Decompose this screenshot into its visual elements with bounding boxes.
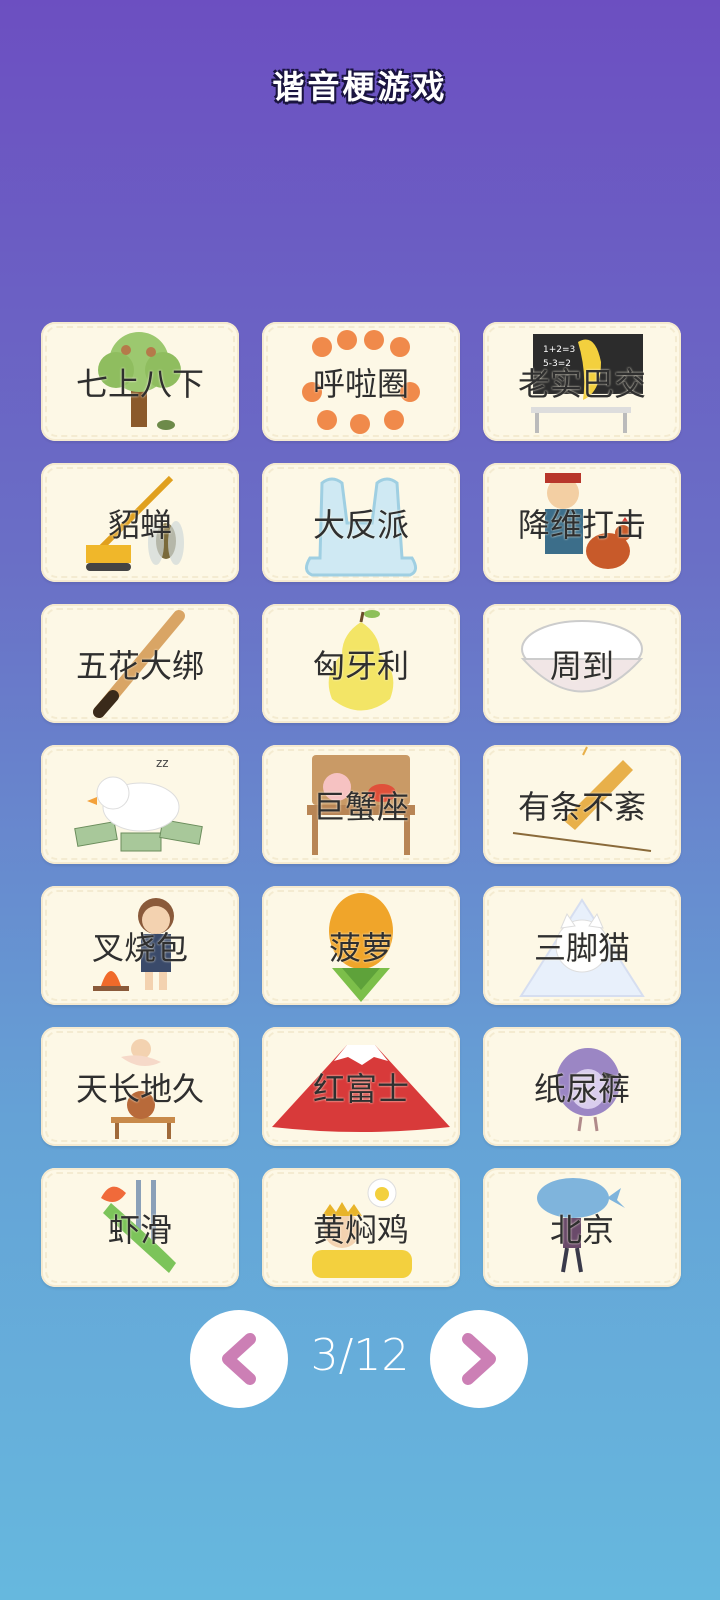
card-label: 叉烧包	[91, 929, 188, 966]
svg-text:zz: zz	[156, 756, 169, 770]
next-page-button[interactable]	[430, 1310, 528, 1408]
chevron-left-icon	[222, 1333, 256, 1385]
card-label: 黄焖鸡	[312, 1211, 409, 1248]
card-label: 纸尿裤	[533, 1070, 630, 1107]
card-xiongyali[interactable]: 匈牙利	[262, 604, 460, 723]
duck-on-money-icon: zz	[74, 756, 203, 852]
card-hulaquan[interactable]: 呼啦圈	[262, 322, 460, 441]
card-laoshibajiao[interactable]: 1+2=3 5-3=2 老实巴交	[483, 322, 681, 441]
card-zhiniaoku[interactable]: 纸尿裤	[483, 1027, 681, 1146]
card-zhoudao[interactable]: 周到	[483, 604, 681, 723]
card-label: 貂蝉	[107, 506, 172, 543]
pagination: 3/12	[0, 1310, 720, 1410]
card-label: 老实巴交	[517, 365, 646, 402]
card-label: 七上八下	[75, 365, 204, 402]
card-tianchangdijiu[interactable]: 天长地久	[41, 1027, 239, 1146]
card-sanjiaomao[interactable]: 三脚猫	[483, 886, 681, 1005]
card-hongfushi[interactable]: 红富士	[262, 1027, 460, 1146]
page-title: 谐音梗游戏	[272, 68, 448, 106]
card-dafanpai[interactable]: 大反派	[262, 463, 460, 582]
card-youtiaobuwen[interactable]: 有条不紊	[483, 745, 681, 864]
card-diaochan[interactable]: 貂蝉	[41, 463, 239, 582]
card-xiahua[interactable]: 虾滑	[41, 1168, 239, 1287]
card-label: 巨蟹座	[312, 788, 409, 825]
card-label: 三脚猫	[533, 929, 630, 966]
card-boluo[interactable]: 菠萝	[262, 886, 460, 1005]
card-grid: 七上八下 呼啦圈 1+2=3 5-3=2 老实巴交 貂蝉 大反派 降维打击 五花…	[41, 322, 681, 1287]
card-label: 周到	[549, 647, 614, 684]
card-duck-money[interactable]: zz	[41, 745, 239, 864]
card-label: 北京	[549, 1211, 614, 1248]
chevron-right-icon	[462, 1333, 496, 1385]
card-label: 大反派	[312, 506, 409, 543]
card-wuhuadabang[interactable]: 五花大绑	[41, 604, 239, 723]
prev-page-button[interactable]	[190, 1310, 288, 1408]
card-label: 有条不紊	[517, 788, 646, 825]
card-label: 虾滑	[107, 1211, 172, 1248]
card-juxiezuo[interactable]: 巨蟹座	[262, 745, 460, 864]
svg-text:1+2=3: 1+2=3	[543, 345, 575, 355]
card-label: 菠萝	[328, 929, 393, 966]
card-label: 降维打击	[517, 506, 646, 543]
card-chashaobao[interactable]: 叉烧包	[41, 886, 239, 1005]
card-jiangweidaji[interactable]: 降维打击	[483, 463, 681, 582]
card-huangmenji[interactable]: 黄焖鸡	[262, 1168, 460, 1287]
card-label: 天长地久	[75, 1070, 204, 1107]
card-label: 五花大绑	[75, 647, 204, 684]
page-indicator: 3/12	[310, 1330, 410, 1381]
card-qishangbaxia[interactable]: 七上八下	[41, 322, 239, 441]
card-label: 呼啦圈	[312, 365, 409, 402]
card-label: 匈牙利	[312, 647, 409, 684]
card-label: 红富士	[312, 1070, 409, 1107]
card-beijing[interactable]: 北京	[483, 1168, 681, 1287]
